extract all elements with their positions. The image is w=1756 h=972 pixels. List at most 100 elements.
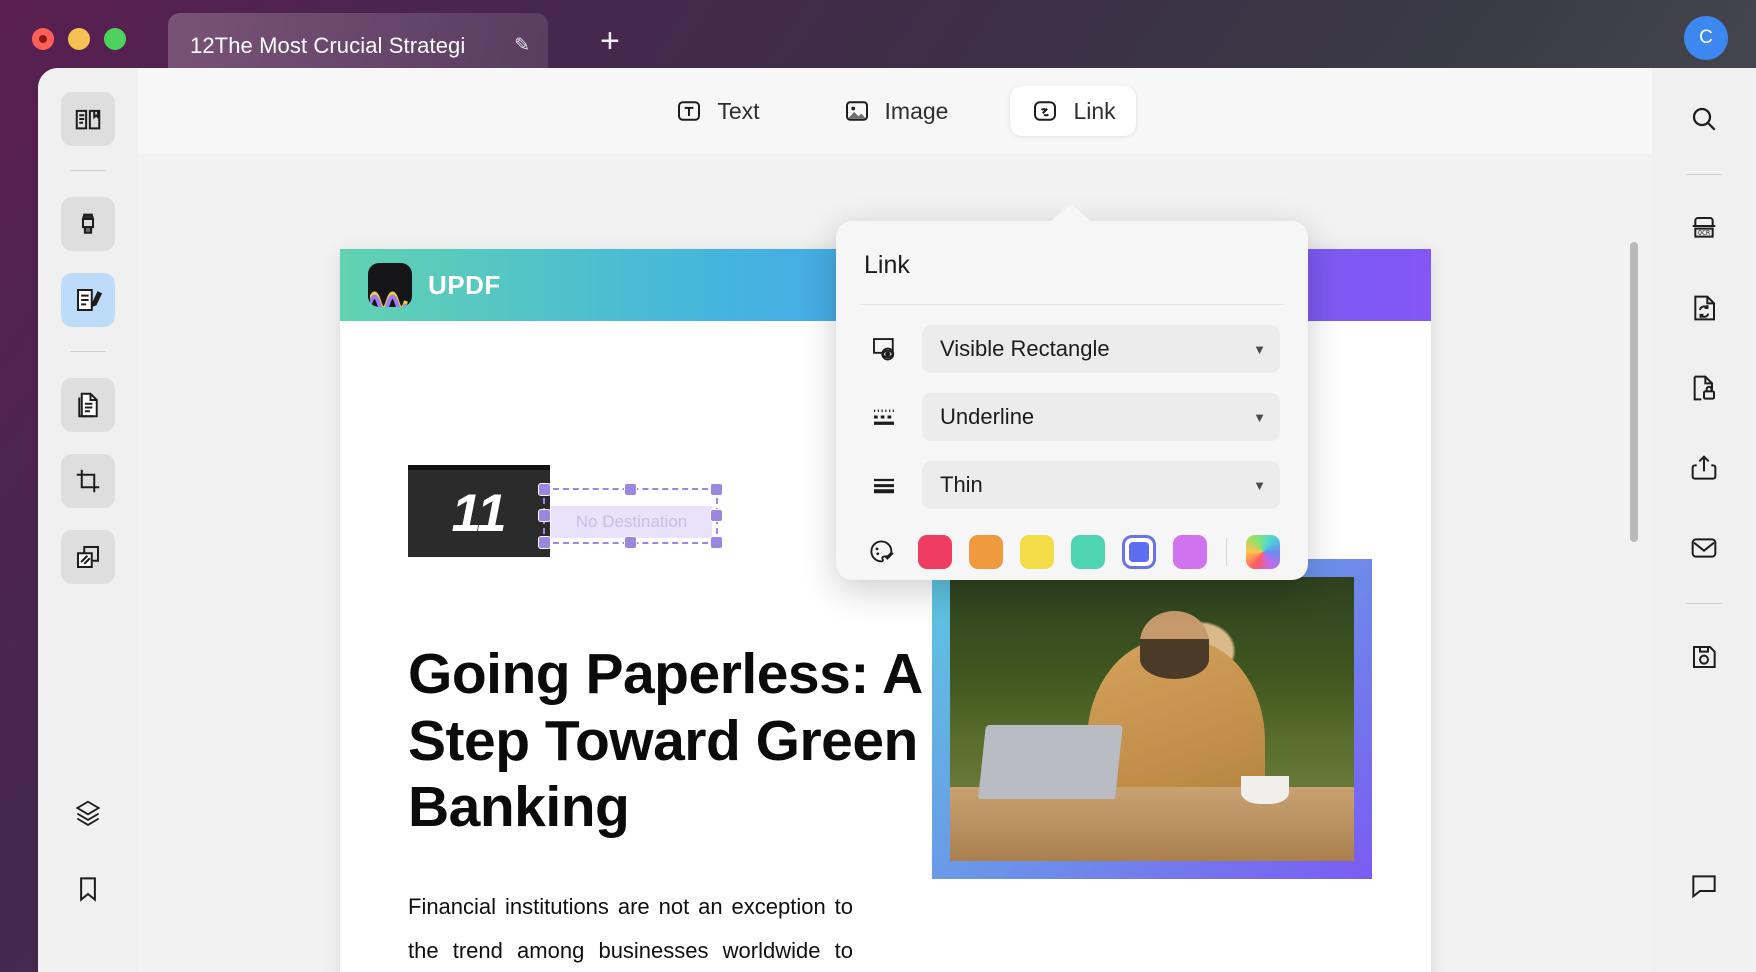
link-destination-label: No Destination xyxy=(575,512,688,531)
link-appearance-value: Visible Rectangle xyxy=(940,336,1110,361)
resize-handle-middle-right[interactable] xyxy=(710,509,723,522)
avatar[interactable]: C xyxy=(1684,16,1728,60)
copy-pages-icon xyxy=(73,542,103,572)
custom-color-picker[interactable] xyxy=(1246,535,1280,569)
color-swatch-red[interactable] xyxy=(918,535,952,569)
link-line-style-select[interactable]: Underline ▼ xyxy=(922,393,1280,441)
chevron-down-icon: ▼ xyxy=(1253,341,1266,357)
vertical-scrollbar[interactable] xyxy=(1630,242,1638,952)
right-sidebar-bottom xyxy=(1677,858,1731,972)
resize-handle-top-middle[interactable] xyxy=(623,483,637,496)
share-up-icon xyxy=(1688,452,1720,484)
resize-handle-bottom-middle[interactable] xyxy=(623,536,637,549)
tab-text[interactable]: Text xyxy=(654,86,779,136)
sidebar-item-bookmarks[interactable] xyxy=(61,862,115,916)
pages-icon xyxy=(73,390,103,420)
scrollbar-thumb[interactable] xyxy=(1630,242,1638,542)
link-color-row xyxy=(836,535,1308,569)
link-appearance-select[interactable]: Visible Rectangle ▼ xyxy=(922,325,1280,373)
link-line-style-value: Underline xyxy=(940,404,1035,429)
sidebar-item-edit-pdf[interactable] xyxy=(61,273,115,327)
crop-icon xyxy=(73,466,103,496)
color-swatch-blue-selected[interactable] xyxy=(1122,535,1156,569)
link-appearance-row: Visible Rectangle ▼ xyxy=(836,325,1308,373)
close-window-button[interactable] xyxy=(32,28,54,50)
sidebar-item-ocr[interactable]: OCR xyxy=(1677,201,1731,255)
sidebar-item-crop[interactable] xyxy=(61,454,115,508)
chevron-down-icon-3: ▼ xyxy=(1253,477,1266,493)
chat-bubble-icon xyxy=(1688,869,1720,901)
tab-link-label: Link xyxy=(1073,97,1116,124)
tab-image-label: Image xyxy=(884,97,949,124)
page-number-badge: 11 xyxy=(408,465,550,557)
app-shell: Text Image Link UPDF 11 No Destination G… xyxy=(38,68,1756,972)
sidebar-divider xyxy=(70,170,106,171)
tab-title: 12The Most Crucial Strategi xyxy=(190,32,466,58)
left-sidebar-bottom xyxy=(61,786,115,972)
swatch-divider xyxy=(1226,538,1227,566)
zoom-window-button[interactable] xyxy=(104,28,126,50)
link-annotation-selection[interactable]: No Destination xyxy=(538,483,723,549)
color-swatch-teal[interactable] xyxy=(1071,535,1105,569)
color-swatch-list xyxy=(918,535,1280,569)
sidebar-item-highlight[interactable] xyxy=(61,197,115,251)
text-box-icon xyxy=(674,96,704,126)
document-pencil-icon xyxy=(73,285,103,315)
right-sidebar: OCR xyxy=(1652,68,1756,972)
popover-title: Link xyxy=(864,251,910,279)
chevron-down-icon-2: ▼ xyxy=(1253,409,1266,425)
traffic-lights xyxy=(32,28,126,50)
sidebar-item-protect[interactable] xyxy=(1677,361,1731,415)
document-headline: Going Paperless: A Step Toward Green Ban… xyxy=(408,642,921,840)
link-annotation-fill: No Destination xyxy=(551,506,712,538)
resize-handle-top-right[interactable] xyxy=(710,483,723,496)
color-swatch-orange[interactable] xyxy=(969,535,1003,569)
photo-cup xyxy=(1240,775,1290,805)
minimize-window-button[interactable] xyxy=(68,28,90,50)
tab-link[interactable]: Link xyxy=(1010,86,1136,136)
resize-handle-middle-left[interactable] xyxy=(538,509,551,522)
document-sync-icon xyxy=(1688,292,1720,324)
resize-handle-top-left[interactable] xyxy=(538,483,551,496)
line-weight-icon xyxy=(864,470,904,500)
resize-handle-bottom-left[interactable] xyxy=(538,536,551,549)
photo-beard xyxy=(1139,639,1209,680)
sidebar-item-organize-pages[interactable] xyxy=(61,378,115,432)
plus-icon[interactable]: + xyxy=(600,24,620,58)
sidebar-item-email[interactable] xyxy=(1677,521,1731,575)
sidebar-item-share[interactable] xyxy=(1677,441,1731,495)
page-number-value: 11 xyxy=(451,484,507,543)
tab-image[interactable]: Image xyxy=(822,86,969,136)
link-thickness-value: Thin xyxy=(940,472,983,497)
bookmark-icon xyxy=(73,874,103,904)
magnifier-icon xyxy=(1688,103,1720,135)
link-thickness-row: Thin ▼ xyxy=(836,461,1308,509)
updf-logo-icon xyxy=(368,263,412,307)
link-properties-popover[interactable]: Link Visible Rectangle ▼ Underline ▼ Thi… xyxy=(836,204,1308,580)
document-body-text: Financial institutions are not an except… xyxy=(408,894,853,963)
sidebar-item-reader-mode[interactable] xyxy=(61,92,115,146)
tab-text-label: Text xyxy=(717,97,760,124)
link-thickness-select[interactable]: Thin ▼ xyxy=(922,461,1280,509)
sidebar-item-search[interactable] xyxy=(1677,92,1731,146)
floppy-disk-icon xyxy=(1688,641,1720,673)
image-icon xyxy=(842,96,872,126)
document-photo xyxy=(932,559,1372,879)
resize-handle-bottom-right[interactable] xyxy=(710,536,723,549)
color-swatch-yellow[interactable] xyxy=(1020,535,1054,569)
sidebar-item-convert[interactable] xyxy=(1677,281,1731,335)
open-book-icon xyxy=(73,104,103,134)
sidebar-item-compare[interactable] xyxy=(61,530,115,584)
sidebar-item-save-snapshot[interactable] xyxy=(1677,630,1731,684)
link-chain-icon xyxy=(1030,96,1060,126)
sidebar-item-comments[interactable] xyxy=(1677,858,1731,912)
svg-text:OCR: OCR xyxy=(1698,229,1710,237)
pencil-icon[interactable]: ✎ xyxy=(514,34,530,57)
document-lock-icon xyxy=(1688,372,1720,404)
link-line-style-row: Underline ▼ xyxy=(836,393,1308,441)
annotation-toolbar: Text Image Link xyxy=(138,68,1652,154)
color-swatch-purple[interactable] xyxy=(1173,535,1207,569)
highlighter-icon xyxy=(73,209,103,239)
visibility-rectangle-icon xyxy=(864,334,904,364)
sidebar-item-layers[interactable] xyxy=(61,786,115,840)
